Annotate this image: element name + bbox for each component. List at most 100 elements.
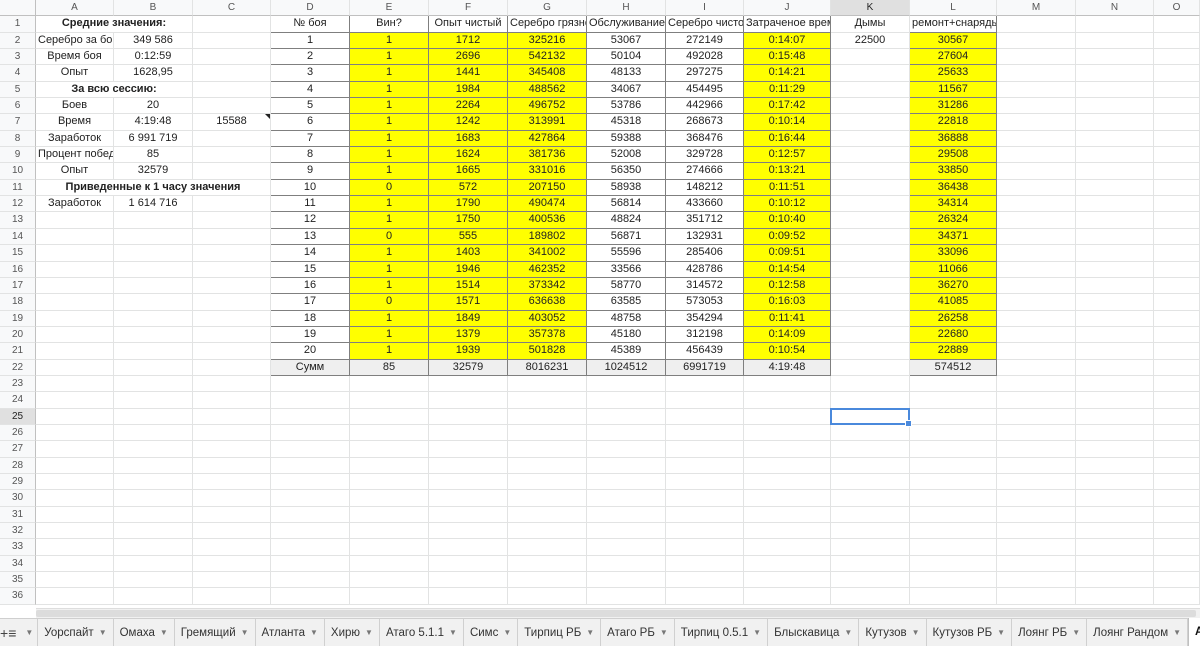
empty-cell[interactable] [1076, 277, 1154, 295]
empty-cell[interactable] [114, 261, 193, 278]
empty-cell[interactable] [831, 539, 910, 556]
chevron-down-icon[interactable]: ▼ [753, 628, 761, 637]
row-header-29[interactable]: 29 [0, 473, 36, 491]
empty-cell[interactable] [587, 490, 666, 507]
empty-cell[interactable] [831, 98, 910, 115]
empty-cell[interactable] [587, 375, 666, 393]
empty-cell[interactable] [744, 490, 831, 507]
table-cell[interactable]: 18 [271, 310, 350, 327]
empty-cell[interactable] [831, 65, 910, 82]
table-cell[interactable]: 12 [271, 212, 350, 229]
empty-cell[interactable] [1076, 523, 1154, 540]
summary-cell[interactable]: Время боя [36, 49, 114, 66]
empty-cell[interactable] [1154, 114, 1200, 131]
empty-cell[interactable] [114, 277, 193, 295]
empty-cell[interactable] [666, 424, 744, 442]
table-cell[interactable]: 0:10:12 [744, 196, 831, 213]
empty-cell[interactable] [587, 506, 666, 523]
smoke-value[interactable]: 22500 [831, 32, 910, 50]
table-cell[interactable]: 403052 [508, 310, 587, 327]
table-cell[interactable]: 2696 [429, 49, 508, 66]
empty-cell[interactable] [1154, 359, 1200, 376]
table-cell[interactable]: 52008 [587, 147, 666, 164]
table-cell[interactable]: 501828 [508, 343, 587, 360]
empty-cell[interactable] [744, 441, 831, 458]
table-cell[interactable]: 148212 [666, 179, 744, 197]
table-cell[interactable]: 0:16:44 [744, 130, 831, 148]
table-header[interactable]: Серебро грязное [508, 16, 587, 33]
row-header-36[interactable]: 36 [0, 588, 36, 605]
empty-cell[interactable] [193, 228, 271, 246]
table-cell[interactable]: 0:09:51 [744, 245, 831, 262]
empty-cell[interactable] [744, 506, 831, 523]
empty-cell[interactable] [910, 392, 997, 409]
table-cell[interactable]: 1242 [429, 114, 508, 131]
empty-cell[interactable] [36, 261, 114, 278]
column-header-c[interactable]: C [193, 0, 271, 17]
empty-cell[interactable] [910, 424, 997, 442]
empty-cell[interactable] [1154, 147, 1200, 164]
empty-cell[interactable] [114, 457, 193, 474]
table-cell[interactable]: 331016 [508, 163, 587, 180]
empty-cell[interactable] [508, 572, 587, 589]
empty-cell[interactable] [114, 588, 193, 605]
empty-cell[interactable] [193, 147, 271, 164]
column-header-l[interactable]: L [910, 0, 997, 17]
empty-cell[interactable] [1076, 490, 1154, 507]
empty-cell[interactable] [997, 245, 1076, 262]
empty-cell[interactable] [114, 294, 193, 311]
empty-cell[interactable] [508, 392, 587, 409]
empty-cell[interactable] [1154, 457, 1200, 474]
sheet-tab[interactable]: Омаха ▼ [114, 619, 175, 646]
empty-cell[interactable] [1154, 212, 1200, 229]
summary-cell[interactable]: 15588 [193, 114, 271, 131]
table-cell[interactable]: 5 [271, 98, 350, 115]
row-header-19[interactable]: 19 [0, 310, 36, 327]
select-all-corner[interactable] [0, 0, 36, 17]
repairs-cell[interactable]: 11066 [910, 261, 997, 278]
empty-cell[interactable] [831, 245, 910, 262]
empty-cell[interactable] [114, 506, 193, 523]
empty-cell[interactable] [744, 555, 831, 573]
empty-cell[interactable] [1154, 130, 1200, 148]
empty-cell[interactable] [350, 424, 429, 442]
column-header-j[interactable]: J [744, 0, 831, 17]
empty-cell[interactable] [997, 359, 1076, 376]
chevron-down-icon[interactable]: ▼ [997, 628, 1005, 637]
table-cell[interactable]: 1 [350, 130, 429, 148]
summary-cell[interactable]: Средние значения: [36, 16, 193, 33]
empty-cell[interactable] [1076, 228, 1154, 246]
row-header-14[interactable]: 14 [0, 228, 36, 246]
empty-cell[interactable] [271, 392, 350, 409]
empty-cell[interactable] [587, 555, 666, 573]
chevron-down-icon[interactable]: ▼ [912, 628, 920, 637]
empty-cell[interactable] [744, 572, 831, 589]
empty-cell[interactable] [114, 310, 193, 327]
empty-cell[interactable] [997, 32, 1076, 50]
table-cell[interactable]: 351712 [666, 212, 744, 229]
sheet-tab[interactable]: Атаго РБ ▼ [601, 619, 675, 646]
empty-cell[interactable] [744, 375, 831, 393]
empty-cell[interactable] [271, 473, 350, 491]
sheet-tab[interactable]: Гремящий ▼ [175, 619, 256, 646]
empty-cell[interactable] [350, 490, 429, 507]
table-header[interactable]: Затраченое время [744, 16, 831, 33]
table-cell[interactable]: 34067 [587, 81, 666, 99]
table-cell[interactable]: 490474 [508, 196, 587, 213]
empty-cell[interactable] [36, 523, 114, 540]
empty-cell[interactable] [36, 588, 114, 605]
table-cell[interactable]: 341002 [508, 245, 587, 262]
row-header-9[interactable]: 9 [0, 147, 36, 164]
empty-cell[interactable] [271, 506, 350, 523]
table-cell[interactable]: 1 [271, 32, 350, 50]
empty-cell[interactable] [193, 277, 271, 295]
empty-cell[interactable] [36, 572, 114, 589]
empty-cell[interactable] [997, 16, 1076, 33]
table-cell[interactable]: 572 [429, 179, 508, 197]
table-cell[interactable]: 48758 [587, 310, 666, 327]
empty-cell[interactable] [36, 343, 114, 360]
repairs-total[interactable]: 574512 [910, 359, 997, 376]
empty-cell[interactable] [1076, 326, 1154, 344]
empty-cell[interactable] [193, 392, 271, 409]
empty-cell[interactable] [36, 359, 114, 376]
